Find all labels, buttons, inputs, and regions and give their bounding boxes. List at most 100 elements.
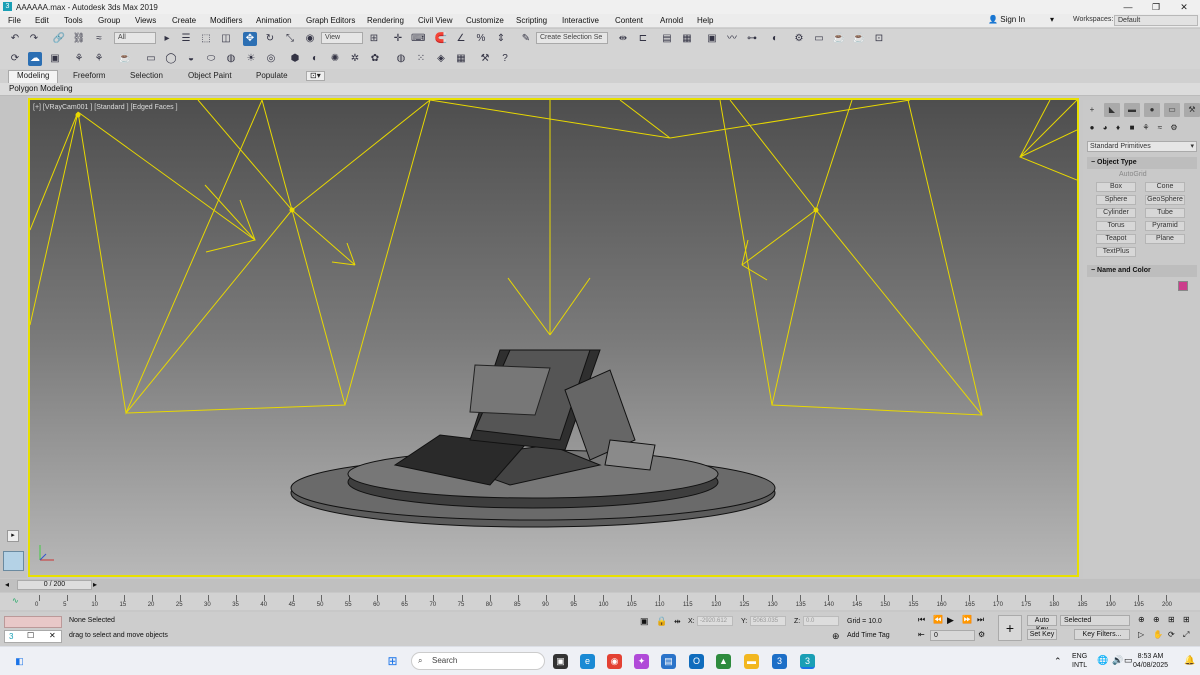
render-cloud-icon[interactable]: ⊡ — [872, 32, 886, 46]
geometry-icon[interactable]: ● — [1087, 123, 1097, 133]
auto-key-button[interactable]: Auto Key — [1027, 615, 1057, 633]
teapot-button[interactable]: Teapot — [1096, 234, 1136, 244]
box-button[interactable]: Box — [1096, 182, 1136, 192]
viewport-nav-icon-4[interactable]: ⊞ — [1183, 615, 1190, 624]
current-frame-input[interactable]: 0 — [930, 630, 975, 641]
polygon-modeling-label[interactable]: Polygon Modeling — [9, 84, 73, 93]
track-bar[interactable]: ∿ 0 5 10 15 20 25 30 35 40 45 50 55 60 65 70 75 80 85 90 95… — [0, 593, 1200, 610]
edit-named-selection-icon[interactable]: ✎ — [519, 32, 533, 46]
store-icon[interactable]: ▤ — [661, 654, 676, 669]
modify-tab-icon[interactable]: ◣ — [1104, 103, 1120, 117]
widgets-icon[interactable]: ◧ — [12, 654, 27, 669]
clock[interactable]: 8:53 AM 04/08/2025 — [1133, 652, 1168, 670]
globe-icon[interactable]: ◍ — [394, 52, 408, 66]
name-color-header[interactable]: − Name and Color — [1087, 265, 1197, 277]
cameras-icon[interactable]: ■ — [1127, 123, 1137, 133]
angle-snap-icon[interactable]: ∠ — [454, 32, 468, 46]
hierarchy-tab-icon[interactable]: ▬ — [1124, 103, 1140, 117]
plane-icon[interactable]: ▭ — [144, 52, 158, 66]
selection-filter-select[interactable]: All — [114, 32, 156, 44]
create-tab-icon[interactable]: + — [1084, 103, 1100, 117]
window-crossing-icon[interactable]: ◫ — [219, 32, 233, 46]
plane-button[interactable]: Plane — [1145, 234, 1185, 244]
percent-snap-icon[interactable]: % — [474, 32, 488, 46]
undo-icon[interactable]: ↶ — [8, 32, 22, 46]
dome-icon[interactable]: ◒ — [184, 52, 198, 66]
menu-group[interactable]: Group — [98, 16, 120, 25]
render-production-icon[interactable]: ☕ — [832, 32, 846, 46]
menu-customize[interactable]: Customize — [466, 16, 504, 25]
cloud-render-icon[interactable]: ▦ — [454, 52, 468, 66]
abs-mode-icon[interactable]: ⇹ — [674, 617, 681, 626]
frame-buffer-icon[interactable]: ▣ — [48, 52, 62, 66]
plugin-icon-2[interactable]: ⚘ — [92, 52, 106, 66]
task-view-icon[interactable]: ▣ — [553, 654, 568, 669]
menu-arnold[interactable]: Arnold — [660, 16, 683, 25]
mirror-icon[interactable]: ⇹ — [616, 32, 630, 46]
light-icon[interactable]: ◎ — [264, 52, 278, 66]
tab-freeform[interactable]: Freeform — [73, 71, 105, 80]
battery-icon[interactable]: ▭ — [1124, 655, 1133, 666]
next-key-icon[interactable]: ⏩ — [962, 615, 972, 624]
edge-icon[interactable]: e — [580, 654, 595, 669]
active-shade-icon[interactable]: ☁ — [28, 52, 42, 66]
spinner-snap-icon[interactable]: ⇕ — [494, 32, 508, 46]
go-end-icon[interactable]: ⏭ — [977, 615, 984, 625]
ribbon-options-icon[interactable]: ⊡▾ — [306, 71, 325, 81]
fov-icon[interactable]: ▷ — [1138, 630, 1144, 639]
schematic-view-icon[interactable]: ⊶ — [745, 32, 759, 46]
expand-arrow-icon[interactable]: ▸ — [7, 530, 19, 542]
tab-object-paint[interactable]: Object Paint — [188, 71, 232, 80]
start-icon[interactable]: ⊞ — [385, 654, 400, 669]
tab-modeling[interactable]: Modeling — [8, 70, 59, 83]
z-coord-input[interactable]: 0.0 — [803, 616, 839, 626]
menu-content[interactable]: Content — [615, 16, 643, 25]
file-explorer-icon[interactable]: ▬ — [744, 654, 759, 669]
rect-selection-icon[interactable]: ⬚ — [199, 32, 213, 46]
select-by-name-icon[interactable]: ☰ — [179, 32, 193, 46]
viewport-nav-icon-1[interactable]: ⊕ — [1138, 615, 1145, 624]
maximize-viewport-icon[interactable]: ⤢ — [1183, 630, 1189, 640]
sphere-button[interactable]: Sphere — [1096, 195, 1136, 205]
key-mode-icon[interactable]: ⇤ — [918, 630, 925, 639]
close-button[interactable]: ✕ — [1170, 0, 1198, 14]
restore-icon[interactable]: ☐ — [27, 631, 34, 640]
3dsmax-active-icon[interactable]: 3 — [800, 654, 815, 669]
utilities-tab-icon[interactable]: ⚒ — [1184, 103, 1200, 117]
menu-interactive[interactable]: Interactive — [562, 16, 599, 25]
pivot-center-icon[interactable]: ⊞ — [367, 32, 381, 46]
layer-explorer-icon[interactable]: ▦ — [680, 32, 694, 46]
tube-button[interactable]: Tube — [1145, 208, 1185, 218]
chaos-icon[interactable]: ◈ — [434, 52, 448, 66]
input-language[interactable]: ENG INTL — [1072, 652, 1087, 670]
menu-rendering[interactable]: Rendering — [367, 16, 404, 25]
key-set-select[interactable]: Selected — [1060, 615, 1130, 626]
grid-dots-icon[interactable]: ⁙ — [414, 52, 428, 66]
sun-icon[interactable]: ☀ — [244, 52, 258, 66]
select-place-icon[interactable]: ◉ — [303, 32, 317, 46]
menu-animation[interactable]: Animation — [256, 16, 292, 25]
shapes-icon[interactable]: ◕ — [1100, 123, 1110, 133]
help-icon[interactable]: ? — [498, 52, 512, 66]
mesh-icon[interactable]: ⬭ — [204, 52, 218, 66]
helpers-icon[interactable]: ⚘ — [1141, 123, 1151, 133]
wrench-icon[interactable]: ⚒ — [478, 52, 492, 66]
curve-editor-icon[interactable]: 〰 — [725, 32, 739, 46]
time-slider[interactable]: ◂ 0 / 200 ▸ — [0, 579, 1200, 592]
outlook-icon[interactable]: O — [689, 654, 704, 669]
viewport-nav-icon-2[interactable]: ⊕ — [1153, 615, 1160, 624]
sphere-icon[interactable]: ◯ — [164, 52, 178, 66]
workspaces-select[interactable]: Default — [1114, 15, 1198, 26]
fur-icon[interactable]: ◍ — [224, 52, 238, 66]
chrome-icon[interactable]: ◉ — [607, 654, 622, 669]
curve-editor-mini-icon[interactable]: ∿ — [12, 596, 19, 605]
copilot-icon[interactable]: ✦ — [634, 654, 649, 669]
spacewarps-icon[interactable]: ≈ — [1155, 123, 1165, 133]
menu-create[interactable]: Create — [172, 16, 196, 25]
maximize-button[interactable]: ❐ — [1142, 0, 1170, 14]
viewport-nav-icon-3[interactable]: ⊞ — [1168, 615, 1175, 624]
systems-icon[interactable]: ⚙ — [1169, 123, 1179, 133]
3dsmax-pinned-icon[interactable]: 3 — [772, 654, 787, 669]
menu-civil-view[interactable]: Civil View — [418, 16, 453, 25]
sign-in-button[interactable]: 👤 Sign In ▾ — [988, 15, 1062, 27]
